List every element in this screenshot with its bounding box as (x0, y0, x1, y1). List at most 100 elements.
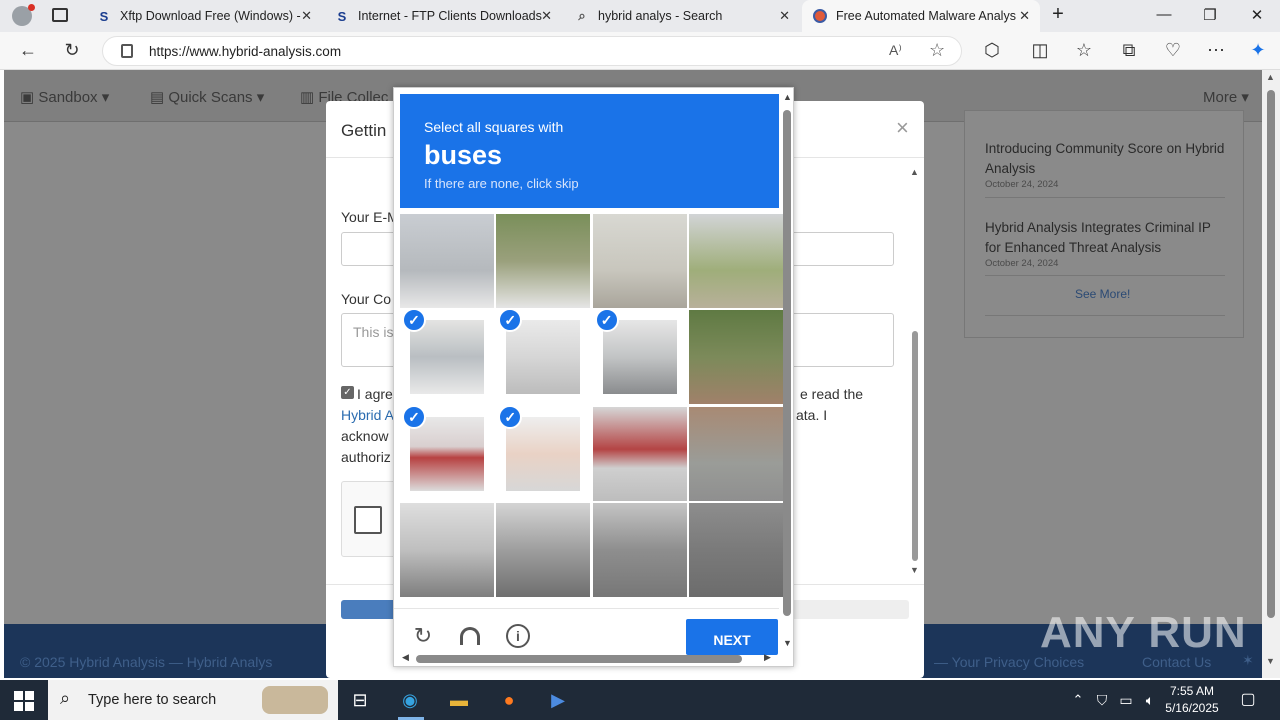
captcha-tile-image (592, 214, 687, 308)
captcha-tile[interactable] (688, 406, 783, 501)
modal-close-icon[interactable]: × (896, 115, 909, 141)
scroll-down-icon[interactable]: ▼ (1266, 656, 1275, 666)
captcha-tile[interactable] (592, 214, 687, 308)
tab-ftp-clients[interactable]: S Internet - FTP Clients Downloads ✕ (324, 0, 562, 32)
captcha-tile[interactable] (496, 214, 591, 308)
tab-search[interactable]: ⌕ hybrid analys - Search ✕ (564, 0, 800, 32)
favorites-icon[interactable]: ☆ (1072, 40, 1096, 62)
nav-label: Sandbox (38, 89, 98, 106)
scrollbar-thumb[interactable] (416, 655, 742, 663)
captcha-tile-image (602, 320, 677, 395)
captcha-image-grid: ✓ ✓ ✓ ✓ ✓ (400, 214, 783, 601)
s-brand-icon: S (99, 8, 109, 24)
captcha-vertical-scrollbar[interactable]: ▲ ▼ (782, 92, 792, 650)
minimize-icon[interactable]: — (1152, 6, 1176, 23)
tab-actions-icon[interactable] (52, 8, 68, 22)
taskbar-search-box[interactable]: ⌕ Type here to search (48, 680, 338, 720)
volume-icon[interactable]: 🔈︎ (1138, 688, 1162, 712)
split-screen-icon[interactable]: ◫ (1028, 40, 1052, 62)
modal-scrollbar-thumb[interactable] (912, 331, 918, 561)
windows-start-icon[interactable] (12, 688, 36, 712)
read-aloud-icon[interactable]: A⁾ (889, 42, 902, 59)
page-vertical-scrollbar[interactable]: ▲ ▼ (1262, 70, 1280, 678)
tab-title: Free Automated Malware Analysi (836, 9, 1016, 23)
captcha-tile[interactable]: ✓ (400, 406, 494, 501)
browser-essentials-icon[interactable]: ♡ (1161, 40, 1185, 62)
close-icon[interactable]: ✕ (301, 8, 312, 24)
news-date: October 24, 2024 (985, 179, 1059, 190)
scrollbar-thumb[interactable] (1267, 90, 1275, 618)
edge-browser-icon[interactable]: ◉ (398, 688, 422, 712)
scroll-right-icon[interactable]: ▶ (764, 652, 771, 663)
favorite-star-icon[interactable]: ☆ (929, 40, 945, 61)
nav-more[interactable]: More ▾ (1203, 88, 1249, 106)
extensions-icon[interactable]: ⬡ (980, 40, 1004, 62)
nav-sandbox[interactable]: ▣ Sandbox ▾ (20, 88, 109, 106)
url-text[interactable]: https://www.hybrid-analysis.com (149, 44, 341, 59)
back-icon[interactable]: ← (16, 40, 40, 62)
agree-text-right: e read the (800, 386, 864, 402)
hybrid-analysis-terms-link[interactable]: Hybrid A (341, 407, 394, 423)
captcha-tile-image (410, 320, 484, 395)
captcha-tile[interactable] (688, 214, 783, 308)
scroll-up-icon[interactable]: ▲ (1266, 72, 1275, 82)
captcha-tile[interactable]: ✓ (400, 310, 494, 404)
captcha-header: Select all squares with buses If there a… (400, 94, 779, 208)
captcha-tile[interactable]: ✓ (593, 310, 687, 404)
close-icon[interactable]: ✕ (541, 8, 552, 24)
new-tab-icon[interactable]: + (1046, 3, 1070, 26)
file-explorer-icon[interactable]: ▬ (447, 688, 471, 712)
nav-label: Quick Scans (168, 89, 253, 106)
captcha-tile[interactable] (688, 502, 783, 597)
reload-icon[interactable]: ↻ (410, 623, 436, 649)
news-title[interactable]: Hybrid Analysis Integrates Criminal IP f… (985, 218, 1225, 258)
recaptcha-checkbox[interactable] (354, 506, 382, 534)
scroll-left-icon[interactable]: ◀ (402, 652, 409, 663)
tab-hybrid-analysis[interactable]: Free Automated Malware Analysi ✕ (802, 0, 1040, 32)
captcha-tile[interactable] (592, 406, 687, 501)
scroll-down-icon[interactable]: ▼ (783, 638, 792, 648)
captcha-tile[interactable] (592, 502, 687, 597)
show-hidden-icons-icon[interactable]: ⌃ (1066, 688, 1090, 712)
info-icon[interactable]: i (505, 623, 531, 649)
news-title[interactable]: Introducing Community Score on Hybrid An… (985, 139, 1225, 179)
more-menu-icon[interactable]: ⋯ (1204, 40, 1228, 62)
agree-checkbox[interactable]: ✓ (341, 386, 354, 399)
refresh-icon[interactable]: ↻ (60, 40, 84, 62)
captcha-tile[interactable] (400, 214, 494, 308)
nav-quick-scans[interactable]: ▤ Quick Scans ▾ (150, 88, 264, 106)
task-view-icon[interactable]: ⊟ (348, 688, 372, 712)
security-icon[interactable]: ⛉ (1090, 688, 1114, 712)
window-close-icon[interactable]: ✕ (1245, 6, 1269, 24)
copilot-icon[interactable]: ✦ (1246, 40, 1270, 62)
close-icon[interactable]: ✕ (1019, 8, 1030, 24)
system-clock[interactable]: 7:55 AM 5/16/2025 (1160, 683, 1224, 717)
address-bar[interactable]: https://www.hybrid-analysis.com A⁾ ☆ (102, 36, 962, 66)
network-icon[interactable]: ▭ (1114, 688, 1138, 712)
scrollbar-thumb[interactable] (783, 110, 791, 616)
collections-icon[interactable]: ⧉ (1117, 40, 1141, 62)
scroll-up-icon[interactable]: ▲ (783, 92, 792, 102)
audio-challenge-icon[interactable] (457, 623, 483, 649)
lock-icon[interactable] (121, 44, 133, 58)
captcha-tile[interactable] (688, 310, 783, 405)
captcha-tile-image (688, 310, 783, 405)
see-more-link[interactable]: See More! (1075, 287, 1130, 301)
tab-xftp[interactable]: S Xftp Download Free (Windows) - ✕ (86, 0, 322, 32)
captcha-tile[interactable] (496, 502, 591, 597)
captcha-tile[interactable] (400, 502, 494, 597)
close-icon[interactable]: ✕ (779, 8, 790, 24)
notification-center-icon[interactable]: ▢ (1236, 688, 1260, 712)
news-date: October 24, 2024 (985, 258, 1059, 269)
captcha-horizontal-scrollbar[interactable]: ◀ ▶ (402, 652, 776, 664)
captcha-tile[interactable]: ✓ (496, 406, 590, 501)
modal-scroll-up-icon[interactable]: ▲ (910, 167, 919, 177)
modal-scroll-down-icon[interactable]: ▼ (910, 565, 919, 575)
captcha-tile-image (688, 214, 783, 308)
restore-icon[interactable]: ❐ (1198, 6, 1222, 24)
hybrid-analysis-icon (812, 8, 828, 24)
captcha-tile[interactable]: ✓ (496, 310, 590, 404)
powershell-icon[interactable]: ▶ (546, 688, 570, 712)
firefox-icon[interactable]: ● (497, 688, 521, 712)
next-button[interactable]: NEXT (686, 619, 778, 655)
